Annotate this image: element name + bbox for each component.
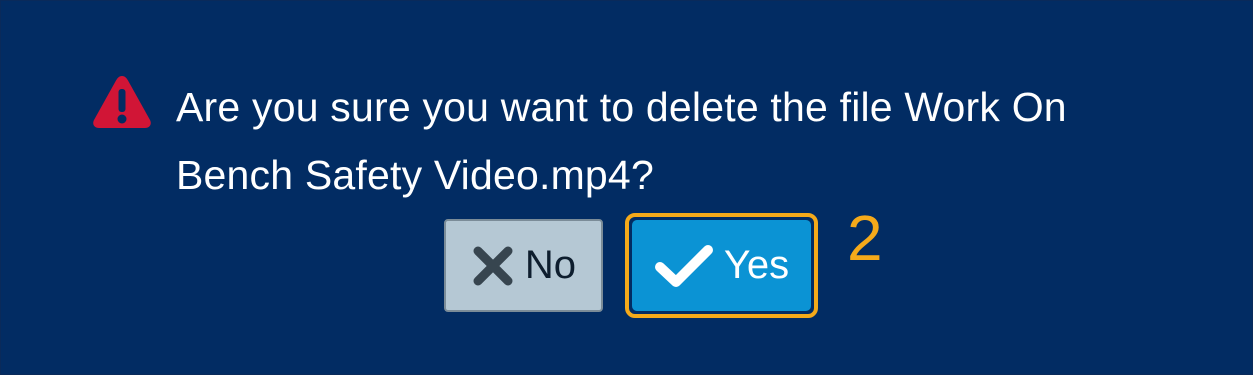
yes-button[interactable]: Yes <box>632 220 811 311</box>
warning-triangle-icon <box>93 76 151 128</box>
no-button[interactable]: No <box>444 219 603 312</box>
confirm-delete-dialog: Are you sure you want to delete the file… <box>0 0 1253 375</box>
step-number-annotation: 2 <box>847 202 883 274</box>
confirm-message: Are you sure you want to delete the file… <box>176 84 1067 198</box>
no-button-label: No <box>524 243 577 287</box>
checkmark-icon <box>654 244 713 287</box>
x-mark-icon <box>473 246 513 285</box>
yes-button-label: Yes <box>723 243 790 287</box>
